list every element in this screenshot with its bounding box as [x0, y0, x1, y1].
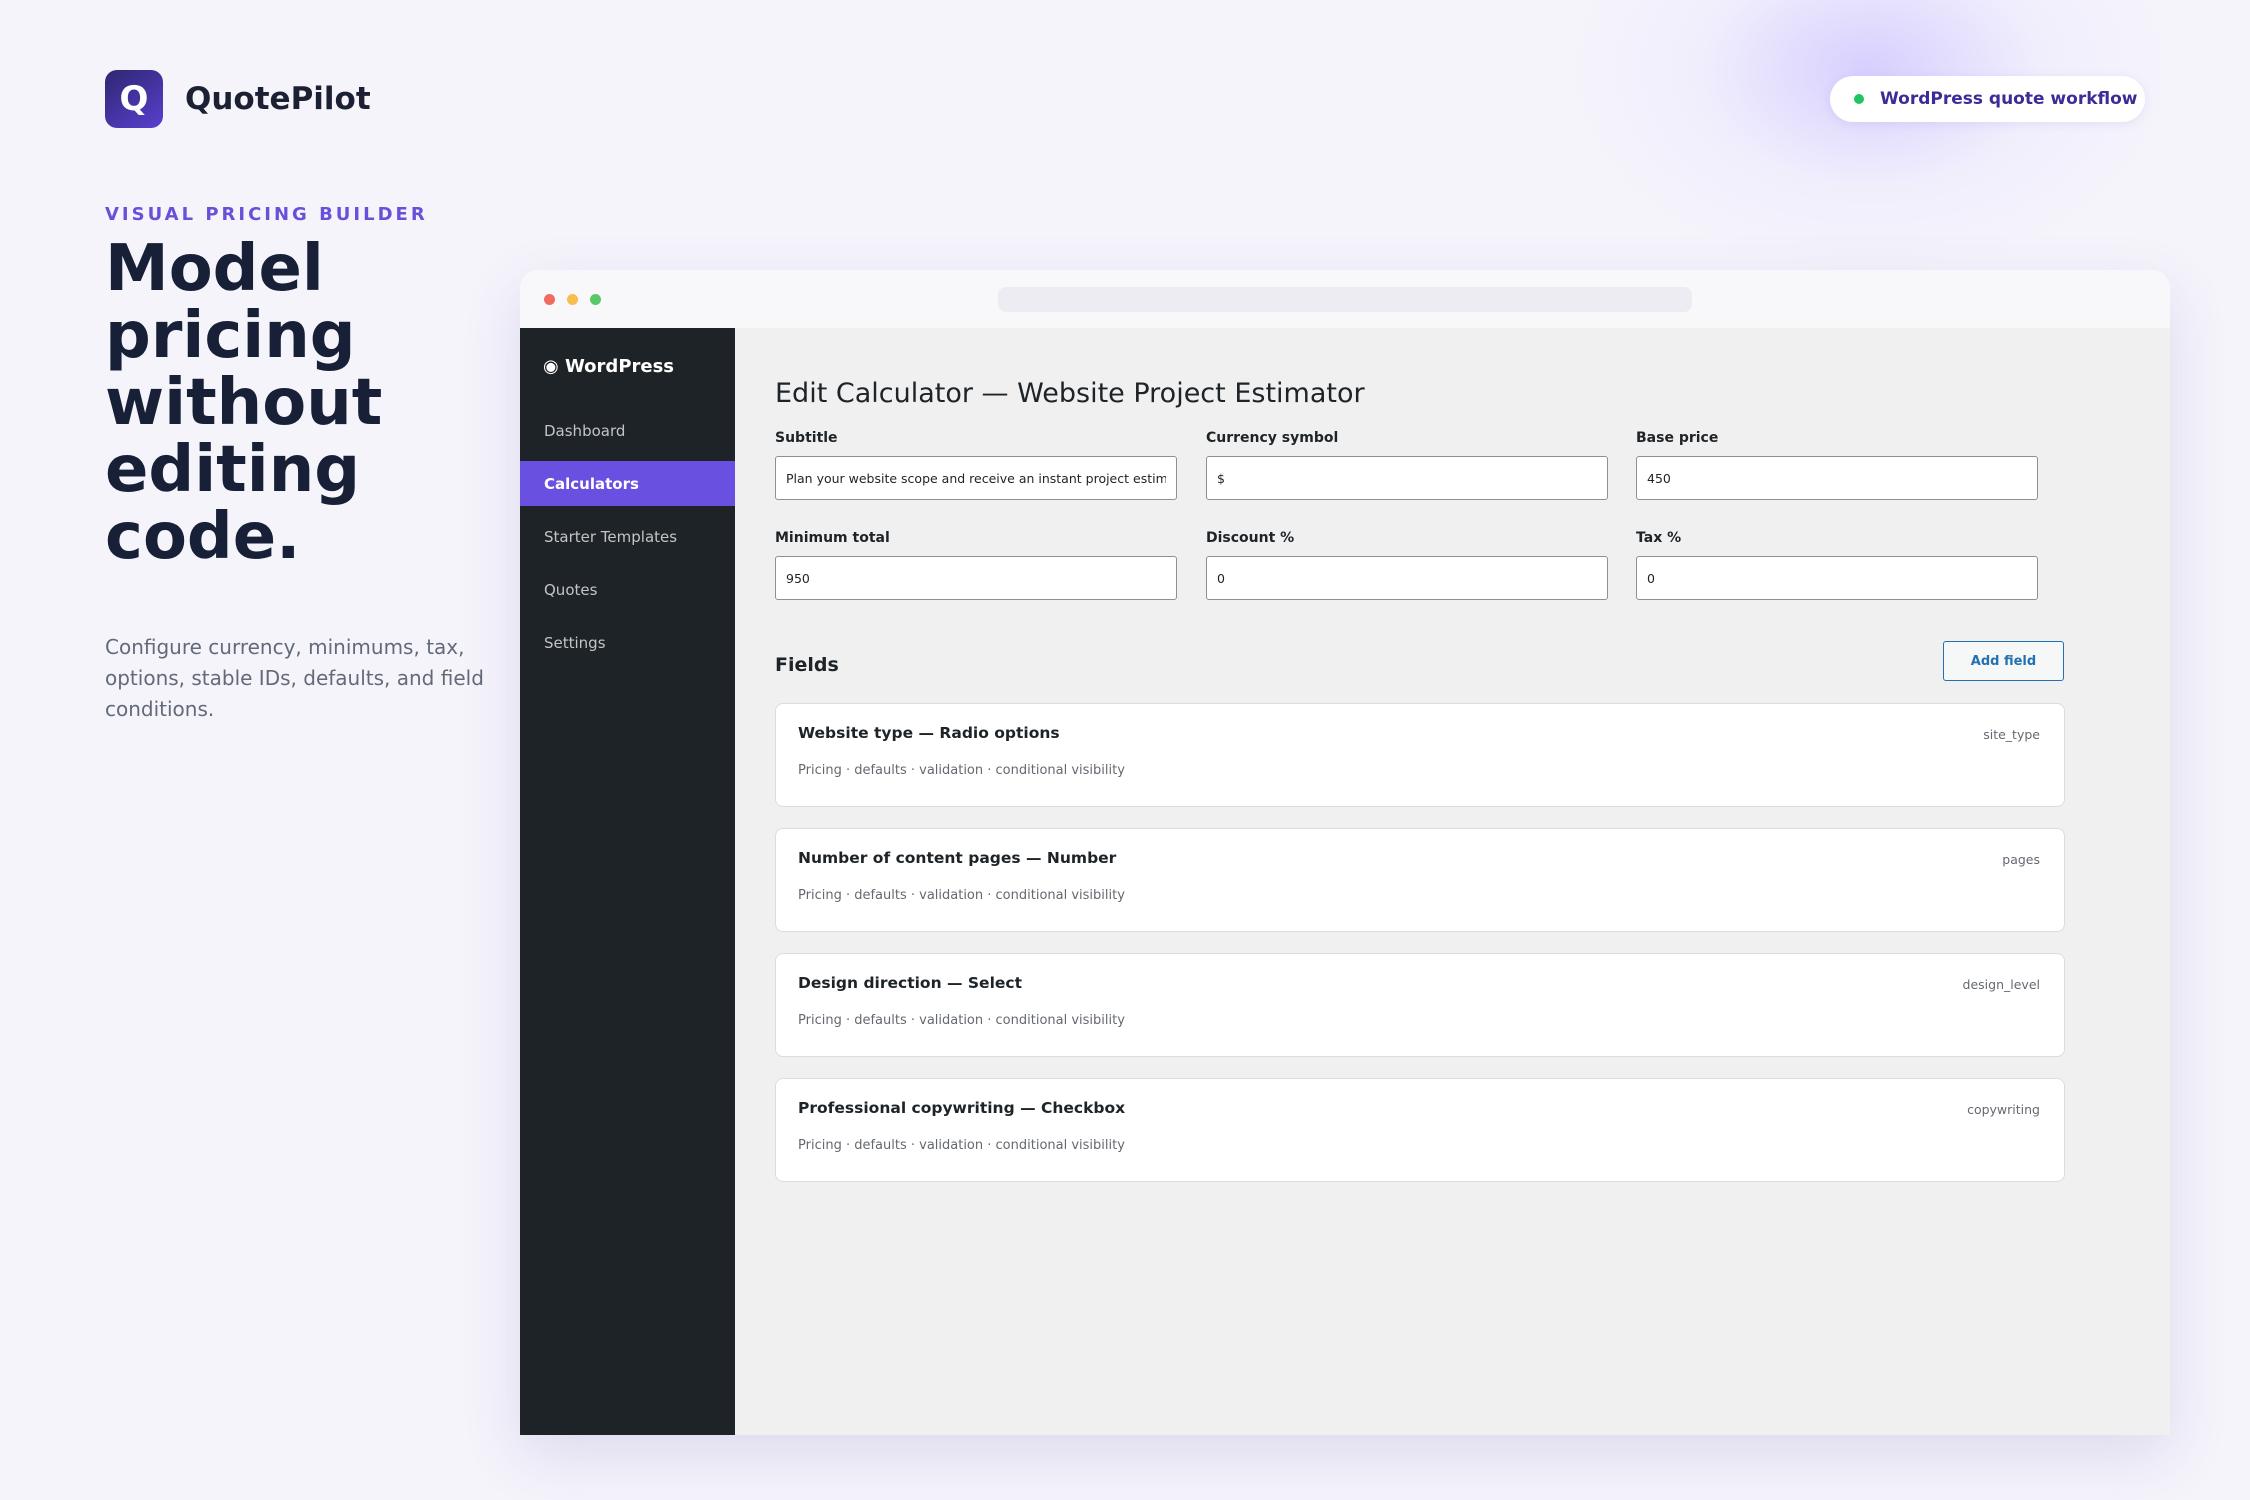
- field-card-meta: Pricing · defaults · validation · condit…: [798, 1138, 1125, 1153]
- browser-window: ◉ WordPress Dashboard Calculators Starte…: [520, 270, 2170, 1435]
- currency-symbol-input[interactable]: [1206, 456, 1608, 500]
- sidebar-item-settings[interactable]: Settings: [520, 620, 735, 665]
- window-maximize-icon[interactable]: [590, 294, 601, 305]
- quotepilot-logo-icon: Q: [105, 70, 163, 128]
- browser-titlebar: [520, 270, 2170, 328]
- fields-heading: Fields: [775, 654, 839, 676]
- base-price-field-group: Base price: [1636, 430, 2038, 500]
- base-price-input[interactable]: [1636, 456, 2038, 500]
- sidebar-item-calculators[interactable]: Calculators: [520, 461, 735, 506]
- wordpress-site-title[interactable]: ◉ WordPress: [543, 356, 674, 377]
- tax-input[interactable]: [1636, 556, 2038, 600]
- field-card-pages[interactable]: Number of content pages — Number Pricing…: [775, 828, 2065, 932]
- sidebar-item-starter-templates[interactable]: Starter Templates: [520, 514, 735, 559]
- background-glow: [1560, 0, 2180, 280]
- brand[interactable]: Q QuotePilot: [105, 70, 371, 128]
- workflow-badge-label: WordPress quote workflow: [1880, 89, 2138, 109]
- sidebar-item-dashboard[interactable]: Dashboard: [520, 408, 735, 453]
- currency-symbol-label: Currency symbol: [1206, 430, 1339, 446]
- discount-label: Discount %: [1206, 530, 1295, 546]
- base-price-label: Base price: [1636, 430, 1719, 446]
- workflow-badge: WordPress quote workflow: [1830, 76, 2145, 122]
- admin-sidebar: ◉ WordPress Dashboard Calculators Starte…: [520, 328, 735, 1435]
- tax-field-group: Tax %: [1636, 530, 2038, 600]
- sidebar-item-quotes[interactable]: Quotes: [520, 567, 735, 612]
- field-card-meta: Pricing · defaults · validation · condit…: [798, 763, 1125, 778]
- window-minimize-icon[interactable]: [567, 294, 578, 305]
- minimum-total-input[interactable]: [775, 556, 1177, 600]
- currency-symbol-field-group: Currency symbol: [1206, 430, 1608, 500]
- minimum-total-field-group: Minimum total: [775, 530, 1177, 600]
- field-card-title: Design direction — Select: [798, 974, 1022, 992]
- subtitle-field-group: Subtitle: [775, 430, 1177, 500]
- admin-menu: Dashboard Calculators Starter Templates …: [520, 408, 735, 673]
- field-card-id: design_level: [1962, 977, 2040, 992]
- field-card-copywriting[interactable]: Professional copywriting — Checkbox Pric…: [775, 1078, 2065, 1182]
- window-close-icon[interactable]: [544, 294, 555, 305]
- tax-label: Tax %: [1636, 530, 1682, 546]
- status-dot-icon: [1854, 94, 1864, 104]
- discount-input[interactable]: [1206, 556, 1608, 600]
- field-card-id: pages: [2002, 852, 2040, 867]
- add-field-button[interactable]: Add field: [1943, 641, 2064, 681]
- hero-eyebrow: VISUAL PRICING BUILDER: [105, 204, 428, 225]
- subtitle-input[interactable]: [775, 456, 1177, 500]
- minimum-total-label: Minimum total: [775, 530, 890, 546]
- field-card-title: Website type — Radio options: [798, 724, 1060, 742]
- field-card-meta: Pricing · defaults · validation · condit…: [798, 1013, 1125, 1028]
- field-card-title: Number of content pages — Number: [798, 849, 1117, 867]
- brand-name: QuotePilot: [185, 81, 371, 117]
- admin-content: Edit Calculator — Website Project Estima…: [735, 328, 2170, 1435]
- hero-headline: Model pricing without editing code.: [105, 232, 383, 574]
- discount-field-group: Discount %: [1206, 530, 1608, 600]
- page-title: Edit Calculator — Website Project Estima…: [775, 378, 1365, 409]
- field-card-site-type[interactable]: Website type — Radio options Pricing · d…: [775, 703, 2065, 807]
- field-card-design-level[interactable]: Design direction — Select Pricing · defa…: [775, 953, 2065, 1057]
- address-bar[interactable]: [998, 287, 1692, 312]
- field-card-meta: Pricing · defaults · validation · condit…: [798, 888, 1125, 903]
- field-card-title: Professional copywriting — Checkbox: [798, 1099, 1126, 1117]
- field-card-id: site_type: [1983, 727, 2040, 742]
- subtitle-label: Subtitle: [775, 430, 838, 446]
- field-card-id: copywriting: [1967, 1102, 2040, 1117]
- hero-description: Configure currency, minimums, tax, optio…: [105, 635, 484, 721]
